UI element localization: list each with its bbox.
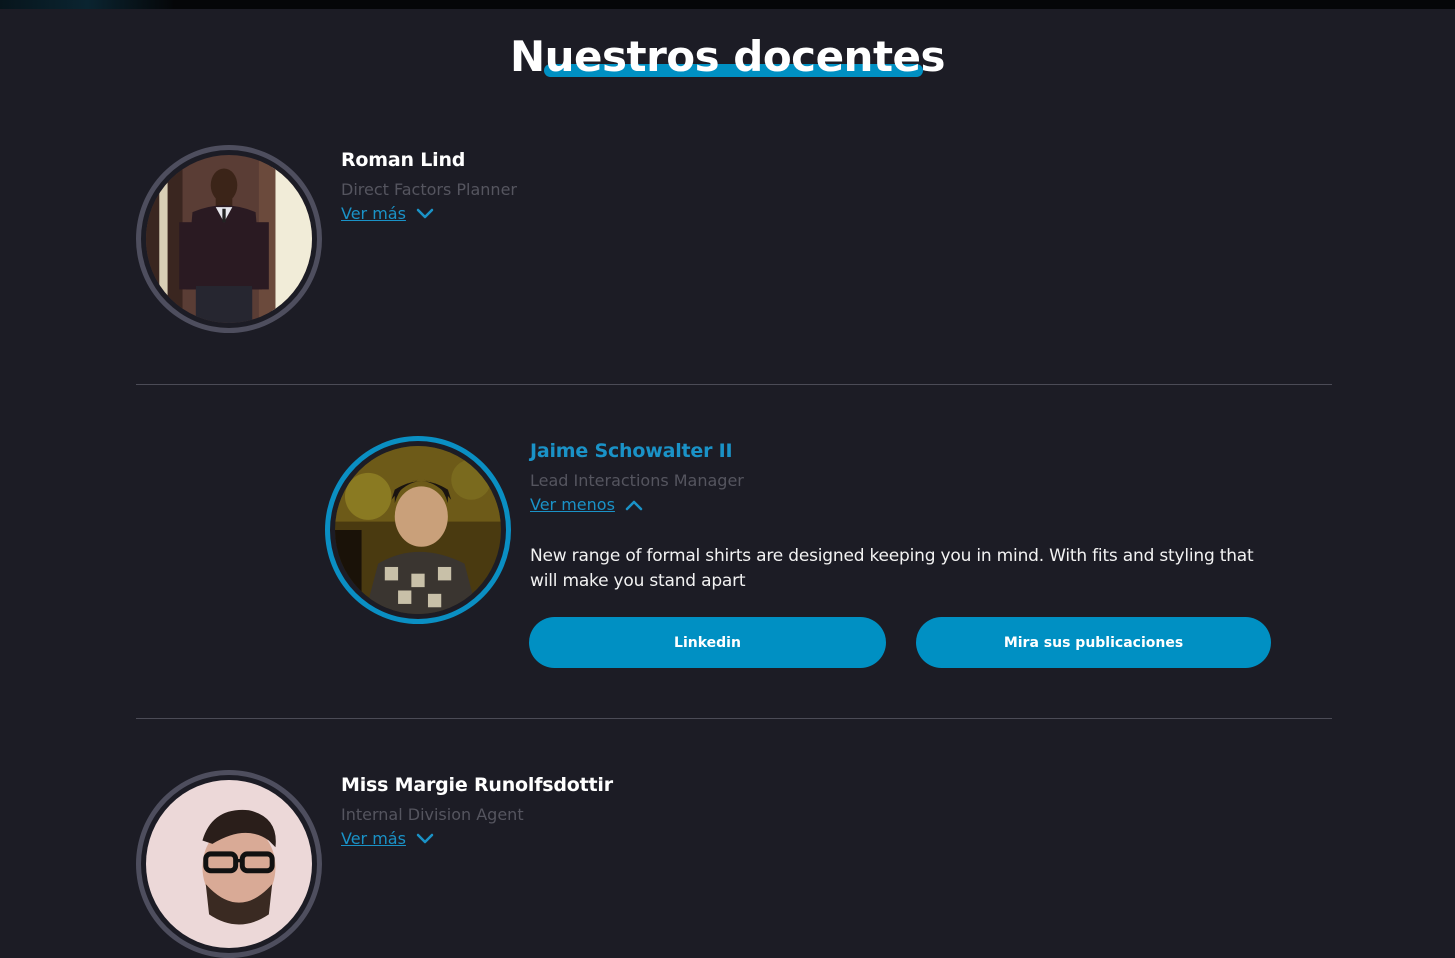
teacher-bio: New range of formal shirts are designed …	[530, 546, 1254, 591]
chevron-down-icon[interactable]	[416, 208, 434, 220]
teacher-role: Internal Division Agent	[341, 805, 524, 824]
teacher-name: Roman Lind	[341, 149, 466, 171]
chevron-up-icon[interactable]	[625, 499, 643, 511]
page-title-text: Nuestros docentes	[509, 32, 946, 81]
avatar	[325, 436, 511, 624]
teacher-photo	[146, 780, 312, 948]
top-bar	[0, 0, 1455, 9]
teacher-photo	[146, 155, 312, 323]
divider	[136, 718, 1332, 719]
publications-button[interactable]: Mira sus publicaciones	[916, 617, 1271, 668]
page-title: Nuestros docentes	[509, 30, 946, 84]
chevron-down-icon[interactable]	[416, 833, 434, 845]
teacher-name: Miss Margie Runolfsdottir	[341, 774, 613, 796]
teacher-name: Jaime Schowalter II	[530, 440, 733, 462]
teacher-role: Direct Factors Planner	[341, 180, 517, 199]
teacher-photo	[335, 446, 501, 614]
avatar	[136, 770, 322, 958]
ver-menos-toggle[interactable]: Ver menos	[530, 495, 643, 514]
divider	[136, 384, 1332, 385]
toggle-label[interactable]: Ver más	[341, 204, 406, 223]
page-header: Nuestros docentes	[0, 30, 1455, 84]
ver-mas-toggle[interactable]: Ver más	[341, 829, 434, 848]
toggle-label[interactable]: Ver más	[341, 829, 406, 848]
ver-mas-toggle[interactable]: Ver más	[341, 204, 434, 223]
teacher-role: Lead Interactions Manager	[530, 471, 744, 490]
avatar	[136, 145, 322, 333]
toggle-label[interactable]: Ver menos	[530, 495, 615, 514]
linkedin-button[interactable]: Linkedin	[529, 617, 886, 668]
